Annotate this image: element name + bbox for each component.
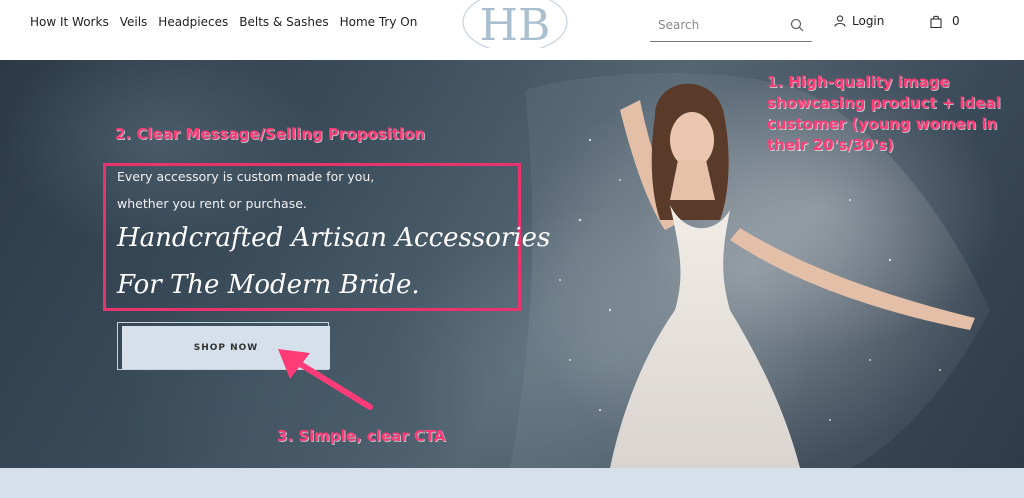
nav-item-belts-sashes[interactable]: Belts & Sashes <box>239 14 328 30</box>
hero-heading-line1: Handcrafted Artisan Accessories <box>117 223 551 253</box>
cart-link[interactable]: 0 <box>930 14 960 28</box>
site-logo[interactable]: HB <box>455 0 575 48</box>
cart-count: 0 <box>952 14 960 28</box>
nav-item-veils[interactable]: Veils <box>120 14 148 30</box>
nav-item-how-it-works[interactable]: How It Works <box>30 14 109 30</box>
hero-heading-line2: For The Modern Bride. <box>117 270 420 300</box>
annotation-selling-proposition: 2. Clear Message/Selling Proposition <box>115 125 426 143</box>
annotation-image-quality: 1. High-quality image showcasing product… <box>767 73 1001 154</box>
nav-item-home-try-on[interactable]: Home Try On <box>340 14 418 30</box>
nav-item-headpieces[interactable]: Headpieces <box>158 14 228 30</box>
annotation-cta: 3. Simple, clear CTA <box>277 427 446 445</box>
search-bar <box>650 12 812 42</box>
annotation-arrow <box>278 349 373 410</box>
hero-banner: 1. High-quality image showcasing product… <box>0 60 1024 468</box>
site-header: How It Works Veils Headpieces Belts & Sa… <box>0 0 1024 60</box>
user-icon <box>834 15 846 27</box>
shopping-bag-icon <box>930 15 942 28</box>
main-nav: How It Works Veils Headpieces Belts & Sa… <box>30 14 428 30</box>
hero-subtext-line1: Every accessory is custom made for you, <box>117 169 375 184</box>
logo-text: HB <box>480 0 551 48</box>
search-icon[interactable] <box>790 18 804 32</box>
bottom-band <box>0 468 1024 498</box>
login-label: Login <box>852 14 885 28</box>
login-link[interactable]: Login <box>834 14 884 28</box>
search-input[interactable] <box>650 12 780 38</box>
hero-subtext-line2: whether you rent or purchase. <box>117 196 307 211</box>
